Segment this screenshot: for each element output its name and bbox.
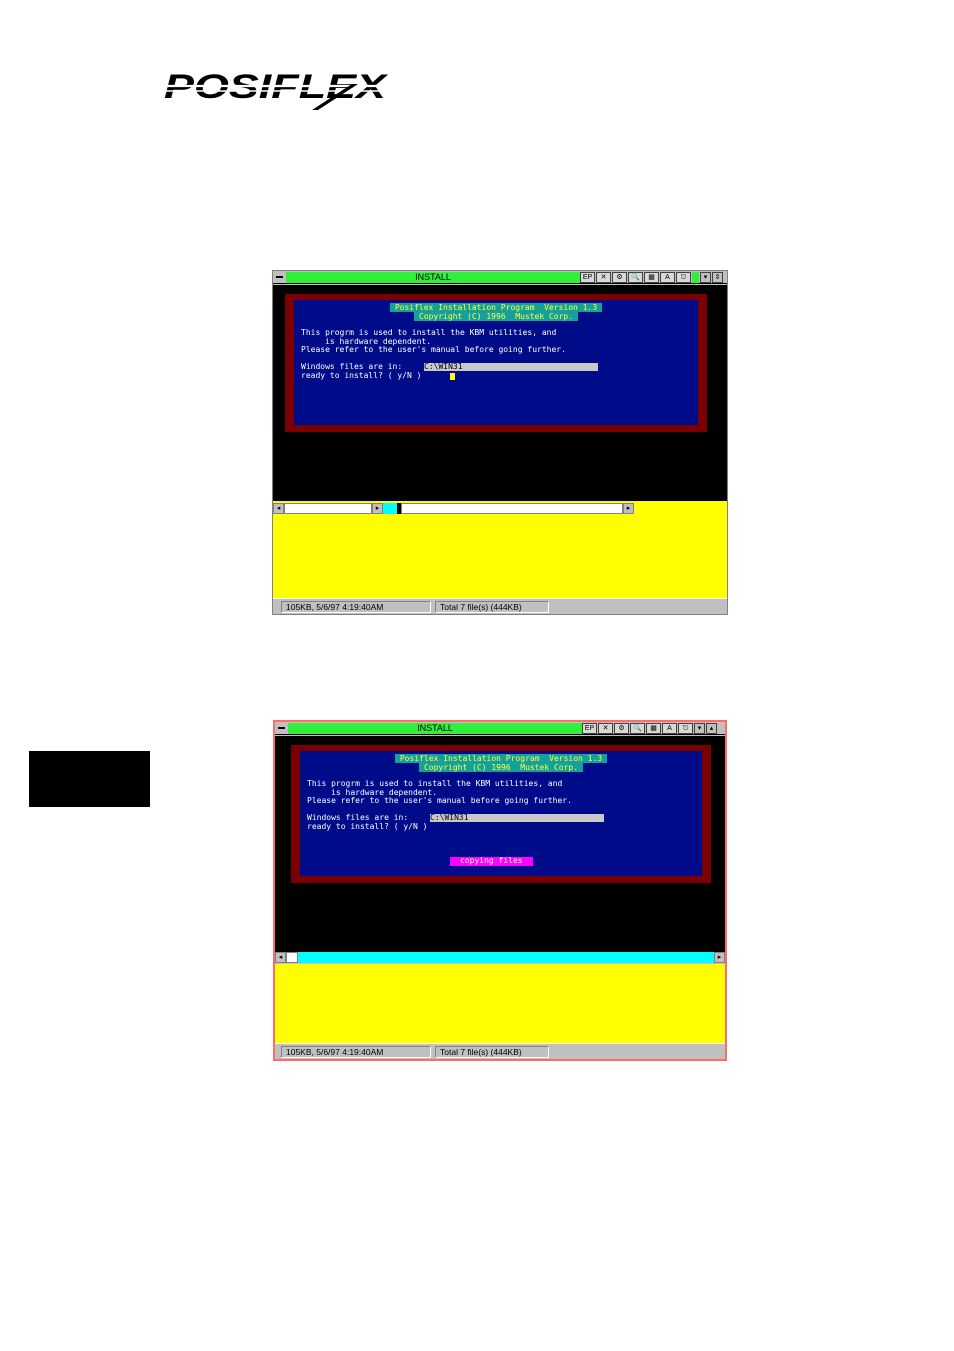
chapter-tab [29,751,150,807]
toolbar-font-icon[interactable]: A [662,723,677,734]
copying-status: copying files [450,856,533,866]
toolbar-ep-icon[interactable]: EP [582,723,597,734]
scroll-track[interactable] [284,503,372,514]
toolbar: EP ✕ ⚙ 🔍 ▦ A ⎋ ▾ ▴ [582,723,717,734]
system-menu-button[interactable] [274,272,285,282]
banner-copyright: Copyright (C) 1996 Mustek Corp. [418,763,584,772]
banner-title: Posiflex Installation Program Version 1.… [394,754,608,763]
status-total: Total 7 file(s) (444KB) [435,1046,549,1058]
scroll-track-right[interactable] [401,503,623,514]
window-title: INSTALL [415,272,451,282]
system-menu-button[interactable] [276,723,287,733]
scroll-left-icon[interactable]: ◂ [275,952,286,963]
minimize-icon[interactable]: ▾ [700,272,711,283]
toolbar-close-icon[interactable]: ✕ [598,723,613,734]
title-bar: INSTALL EP ✕ ⚙ 🔍 ▦ A ⎋ ▾ ▴ [275,722,725,735]
scroll-right-icon-2[interactable]: ▸ [623,503,634,514]
files-path-field[interactable]: C:\WIN31 [424,363,598,372]
toolbar-search-icon[interactable]: 🔍 [628,272,643,283]
window-title: INSTALL [417,723,453,733]
ready-prompt: ready to install? ( y/N ) [301,371,422,380]
status-file-info: 105KB, 5/6/97 4:19:40AM [281,601,431,613]
dos-console: Posiflex Installation Program Version 1.… [273,285,727,501]
toolbar-exit-icon[interactable]: ⎋ [676,272,691,283]
files-path-field[interactable]: C:\WIN31 [430,814,604,823]
banner-title: Posiflex Installation Program Version 1.… [389,303,603,312]
toolbar-settings-icon[interactable]: ⚙ [612,272,627,283]
description-line-3: Please refer to the user's manual before… [301,345,566,355]
restore-icon[interactable]: ▴ [706,723,717,734]
status-file-info: 105KB, 5/6/97 4:19:40AM [281,1046,431,1058]
toolbar: EP ✕ ⚙ 🔍 ▦ A ⎋ ▾ ⇕ [580,272,723,283]
posiflex-logo: POSIFLEX [164,68,389,110]
dos-dialog: Posiflex Installation Program Version 1.… [300,751,702,876]
title-bar: INSTALL EP ✕ ⚙ 🔍 ▦ A ⎋ ▾ ⇕ [273,271,727,284]
toolbar-search-icon[interactable]: 🔍 [630,723,645,734]
toolbar-ep-icon[interactable]: EP [580,272,595,283]
scroll-right-icon[interactable]: ▸ [372,503,383,514]
scroll-left-icon[interactable]: ◂ [273,503,284,514]
dos-dialog: Posiflex Installation Program Version 1.… [294,300,698,425]
toolbar-grid-icon[interactable]: ▦ [644,272,659,283]
status-total: Total 7 file(s) (444KB) [435,601,549,613]
file-list-area[interactable] [275,964,725,1044]
toolbar-font-icon[interactable]: A [660,272,675,283]
split-handle[interactable] [383,503,397,514]
description-line-3: Please refer to the user's manual before… [307,796,572,806]
status-bar: 105KB, 5/6/97 4:19:40AM Total 7 file(s) … [275,1043,725,1059]
dos-dialog-frame: Posiflex Installation Program Version 1.… [291,745,711,883]
install-window-copying: INSTALL EP ✕ ⚙ 🔍 ▦ A ⎋ ▾ ▴ Posiflex Inst… [273,720,727,1061]
file-list-area[interactable]: ◂ ▸ ▸ [273,501,727,599]
toolbar-close-icon[interactable]: ✕ [596,272,611,283]
toolbar-settings-icon[interactable]: ⚙ [614,723,629,734]
ready-prompt: ready to install? ( y/N ) [307,822,428,831]
toolbar-grid-icon[interactable]: ▦ [646,723,661,734]
status-bar: 105KB, 5/6/97 4:19:40AM Total 7 file(s) … [273,598,727,614]
minimize-icon[interactable]: ▾ [694,723,705,734]
dos-dialog-frame: Posiflex Installation Program Version 1.… [285,294,707,432]
scroll-right-icon[interactable]: ▸ [714,952,725,963]
progress-scrollbar[interactable] [298,952,714,963]
text-cursor [450,372,455,380]
banner-copyright: Copyright (C) 1996 Mustek Corp. [413,312,579,321]
toolbar-exit-icon[interactable]: ⎋ [678,723,693,734]
install-window-prompt: INSTALL EP ✕ ⚙ 🔍 ▦ A ⎋ ▾ ⇕ Posiflex Inst… [272,270,728,615]
dos-console: Posiflex Installation Program Version 1.… [275,736,725,963]
restore-icon[interactable]: ⇕ [712,272,723,283]
